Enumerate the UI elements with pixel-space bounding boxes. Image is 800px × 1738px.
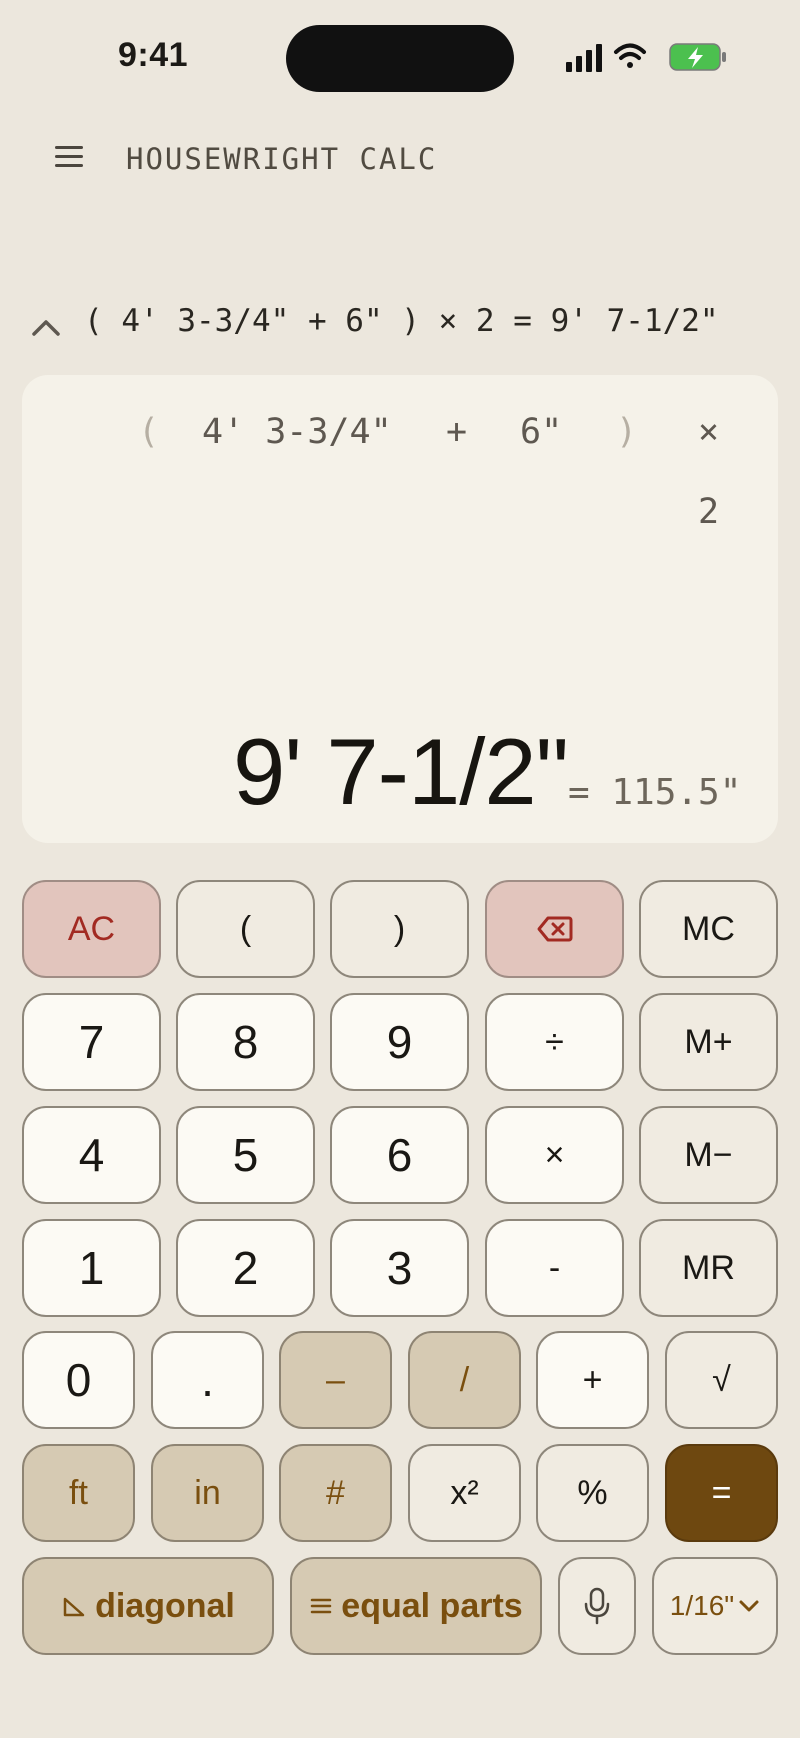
status-time: 9:41 — [118, 36, 189, 74]
token-measurement: 4' 3-3/4" — [202, 412, 392, 452]
digit-1-button[interactable]: 1 — [22, 1219, 161, 1317]
token-plus: + — [446, 412, 468, 452]
subtract-button[interactable]: - — [485, 1219, 624, 1317]
digit-4-button[interactable]: 4 — [22, 1106, 161, 1204]
digit-9-button[interactable]: 9 — [330, 993, 469, 1091]
token-open-paren: ( — [138, 412, 160, 452]
inches-button[interactable]: in — [151, 1444, 264, 1542]
digit-8-button[interactable]: 8 — [176, 993, 315, 1091]
microphone-button[interactable] — [558, 1557, 636, 1655]
memory-recall-button[interactable]: MR — [639, 1219, 778, 1317]
digit-6-button[interactable]: 6 — [330, 1106, 469, 1204]
memory-add-button[interactable]: M+ — [639, 993, 778, 1091]
diagonal-label: diagonal — [95, 1586, 235, 1625]
square-root-button[interactable]: √ — [665, 1331, 778, 1429]
divide-button[interactable]: ÷ — [485, 993, 624, 1091]
chevron-up-icon[interactable] — [30, 312, 62, 344]
precision-select[interactable]: 1/16" — [652, 1557, 778, 1655]
fraction-dash-button[interactable]: – — [279, 1331, 392, 1429]
chevron-down-icon — [739, 1600, 759, 1612]
token-number: 2 — [698, 492, 720, 532]
square-button[interactable]: x² — [408, 1444, 521, 1542]
percent-button[interactable]: % — [536, 1444, 649, 1542]
digit-0-button[interactable]: 0 — [22, 1331, 135, 1429]
triangle-icon — [63, 1597, 85, 1617]
battery-icon — [669, 43, 726, 71]
app-title: HOUSEWRIGHT CALC — [126, 142, 438, 176]
digit-2-button[interactable]: 2 — [176, 1219, 315, 1317]
close-paren-button[interactable]: ) — [330, 880, 469, 978]
token-measurement: 6" — [520, 412, 563, 452]
multiply-button[interactable]: × — [485, 1106, 624, 1204]
number-button[interactable]: # — [279, 1444, 392, 1542]
equal-parts-label: equal parts — [341, 1586, 523, 1625]
token-times: × — [698, 412, 720, 452]
digit-3-button[interactable]: 3 — [330, 1219, 469, 1317]
dynamic-island — [286, 25, 514, 92]
history-expression[interactable]: ( 4' 3-3/4" + 6" ) × 2 = 9' 7-1/2" — [84, 303, 719, 339]
add-button[interactable]: + — [536, 1331, 649, 1429]
feet-button[interactable]: ft — [22, 1444, 135, 1542]
backspace-icon — [537, 916, 572, 942]
backspace-button[interactable] — [485, 880, 624, 978]
digit-7-button[interactable]: 7 — [22, 993, 161, 1091]
list-icon — [311, 1598, 332, 1614]
memory-subtract-button[interactable]: M− — [639, 1106, 778, 1204]
digit-5-button[interactable]: 5 — [176, 1106, 315, 1204]
memory-clear-button[interactable]: MC — [639, 880, 778, 978]
signal-icon — [566, 44, 602, 72]
open-paren-button[interactable]: ( — [176, 880, 315, 978]
fraction-slash-button[interactable]: / — [408, 1331, 521, 1429]
result-inches: = 115.5" — [568, 772, 742, 813]
microphone-icon — [584, 1587, 610, 1625]
status-icons — [566, 43, 726, 72]
all-clear-button[interactable]: AC — [22, 880, 161, 978]
result-value: 9' 7-1/2" — [233, 719, 569, 824]
precision-value: 1/16" — [669, 1590, 735, 1621]
menu-icon[interactable] — [50, 146, 88, 176]
equals-button[interactable]: = — [665, 1444, 778, 1542]
wifi-icon — [614, 43, 646, 68]
decimal-button[interactable]: . — [151, 1331, 264, 1429]
diagonal-button[interactable]: diagonal — [22, 1557, 274, 1655]
equal-parts-button[interactable]: equal parts — [290, 1557, 542, 1655]
token-close-paren: ) — [616, 412, 638, 452]
